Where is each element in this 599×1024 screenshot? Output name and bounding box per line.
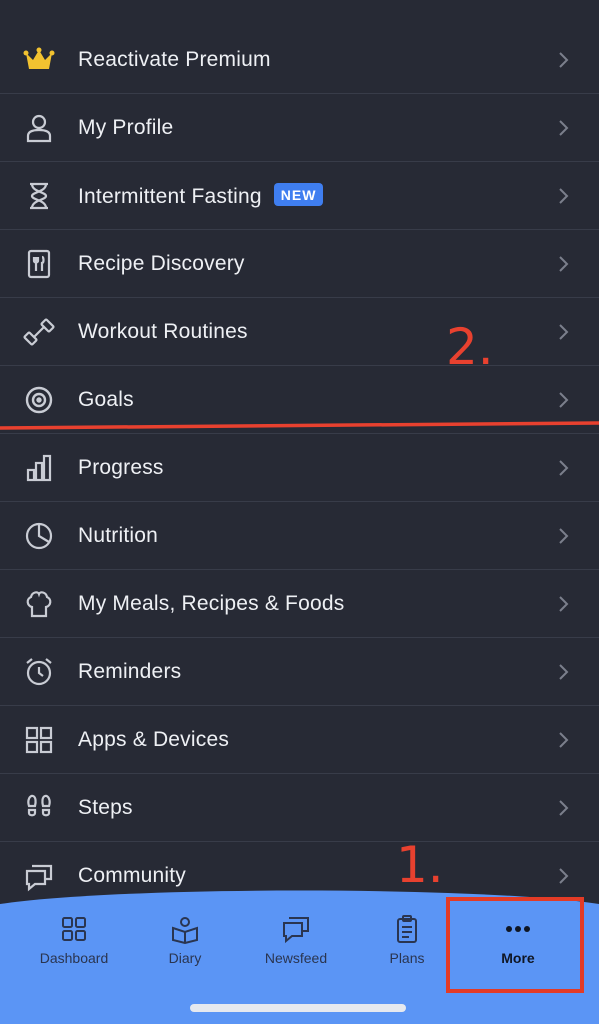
menu-item-progress[interactable]: Progress — [0, 434, 599, 502]
more-menu-list: Reactivate Premium My Profile Intermitte… — [0, 26, 599, 910]
menu-item-workout-routines[interactable]: Workout Routines — [0, 298, 599, 366]
hourglass-icon — [22, 179, 56, 213]
chevron-right-icon — [559, 119, 569, 136]
menu-item-goals[interactable]: Goals — [0, 366, 599, 434]
dumbbell-icon — [22, 315, 56, 349]
menu-item-label: Goals — [78, 387, 134, 411]
newsfeed-icon — [283, 917, 309, 944]
tab-label: Diary — [168, 950, 202, 966]
menu-item-reminders[interactable]: Reminders — [0, 638, 599, 706]
menu-item-label: My Meals, Recipes & Foods — [78, 591, 345, 615]
new-badge: NEW — [273, 182, 324, 206]
menu-item-apps-devices[interactable]: Apps & Devices — [0, 706, 599, 774]
crown-icon — [22, 43, 56, 77]
menu-item-my-meals[interactable]: My Meals, Recipes & Foods — [0, 570, 599, 638]
menu-item-label: Recipe Discovery — [78, 251, 245, 275]
menu-item-label: My Profile — [78, 115, 174, 139]
chevron-right-icon — [559, 663, 569, 680]
tab-diary[interactable]: Diary — [135, 914, 235, 984]
dashboard-icon — [62, 917, 86, 941]
tab-plans[interactable]: Plans — [357, 914, 457, 984]
menu-item-label: Apps & Devices — [78, 727, 230, 751]
menu-item-label: Intermittent Fasting NEW — [78, 182, 324, 209]
tab-label: Newsfeed — [264, 950, 328, 966]
alarm-clock-icon — [22, 655, 56, 689]
menu-item-my-profile[interactable]: My Profile — [0, 94, 599, 162]
home-indicator — [190, 1004, 406, 1012]
tab-newsfeed[interactable]: Newsfeed — [246, 914, 346, 984]
menu-item-intermittent-fasting[interactable]: Intermittent Fasting NEW — [0, 162, 599, 230]
chevron-right-icon — [559, 459, 569, 476]
chevron-right-icon — [559, 323, 569, 340]
chevron-right-icon — [559, 527, 569, 544]
clipboard-icon — [397, 915, 417, 943]
chevron-right-icon — [559, 187, 569, 204]
profile-icon — [22, 111, 56, 145]
menu-item-recipe-discovery[interactable]: Recipe Discovery — [0, 230, 599, 298]
tab-label: Plans — [389, 950, 425, 966]
chevron-right-icon — [559, 731, 569, 748]
menu-item-reactivate-premium[interactable]: Reactivate Premium — [0, 26, 599, 94]
chevron-right-icon — [559, 799, 569, 816]
menu-item-nutrition[interactable]: Nutrition — [0, 502, 599, 570]
annotation-highlight-box — [446, 897, 584, 993]
target-icon — [22, 383, 56, 417]
chevron-right-icon — [559, 595, 569, 612]
menu-item-label: Progress — [78, 455, 164, 479]
menu-item-label: Reminders — [78, 659, 182, 683]
recipe-book-icon — [22, 247, 56, 281]
menu-item-label: Steps — [78, 795, 133, 819]
tab-dashboard[interactable]: Dashboard — [24, 914, 124, 984]
pie-chart-icon — [22, 519, 56, 553]
menu-item-label: Reactivate Premium — [78, 47, 271, 71]
menu-item-steps[interactable]: Steps — [0, 774, 599, 842]
bar-chart-icon — [22, 451, 56, 485]
footprints-icon — [22, 791, 56, 825]
chevron-right-icon — [559, 51, 569, 68]
menu-item-label: Nutrition — [78, 523, 158, 547]
annotation-step-2: 2. — [446, 318, 494, 376]
grid-icon — [22, 723, 56, 757]
chevron-right-icon — [559, 255, 569, 272]
diary-book-icon — [172, 917, 198, 944]
menu-item-label: Workout Routines — [78, 319, 248, 343]
tab-label: Dashboard — [39, 950, 109, 966]
annotation-step-1: 1. — [396, 836, 444, 894]
chef-hat-icon — [22, 587, 56, 621]
chevron-right-icon — [559, 391, 569, 408]
